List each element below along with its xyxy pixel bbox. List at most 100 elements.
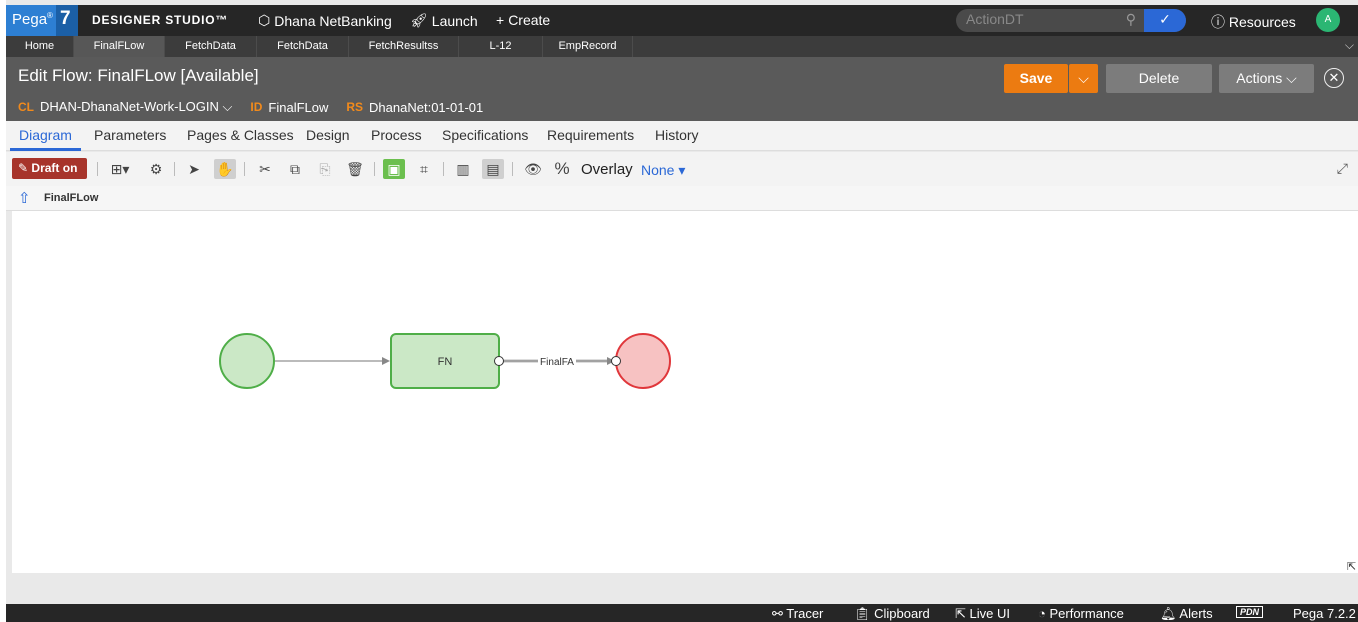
pega-logo[interactable]: Pega® 7: [6, 5, 78, 36]
rs-key: RS: [346, 100, 364, 114]
cut-icon[interactable]: ✂: [254, 159, 276, 179]
separator: [244, 162, 245, 176]
top-bar: Pega® 7 DESIGNER STUDIO™ ⬡ Dhana NetBank…: [6, 5, 1358, 36]
hand-icon[interactable]: ✋: [214, 159, 236, 179]
pointer-icon[interactable]: ➤: [183, 159, 205, 179]
app-name: Dhana NetBanking: [274, 12, 392, 29]
tracer-button[interactable]: ⚯ Tracer: [772, 606, 823, 622]
overlay-select[interactable]: None ▾: [641, 162, 685, 179]
alerts-button[interactable]: 🔔︎ Alerts: [1160, 606, 1213, 622]
resources-label: Resources: [1228, 14, 1296, 30]
percent-icon[interactable]: %: [551, 159, 573, 179]
pencil-icon: ✎: [18, 161, 29, 175]
start-shape[interactable]: [219, 333, 275, 389]
panel-icon[interactable]: ▤: [482, 159, 504, 179]
create-label: Create: [508, 12, 551, 28]
logo-text: Pega: [12, 11, 48, 28]
end-shape[interactable]: [615, 333, 671, 389]
tab-requirements[interactable]: Requirements: [547, 127, 634, 143]
flow-diagram: FN FinalFA: [219, 333, 671, 389]
breadcrumb-flow[interactable]: FinalFLow: [44, 192, 98, 204]
clipboard-label: Clipboard: [874, 606, 930, 621]
save-button[interactable]: Save: [1004, 64, 1068, 93]
document-tabs: Home FinalFLow FetchData FetchData Fetch…: [6, 36, 1358, 57]
class-link[interactable]: DHAN-DhanaNet-Work-LOGIN ⌵: [40, 99, 232, 115]
separator: [174, 162, 175, 176]
copy-icon[interactable]: ⧉: [284, 159, 306, 179]
snap-grid-icon[interactable]: ▣: [383, 159, 405, 179]
doc-tab-fetchdata-2[interactable]: FetchData: [257, 36, 349, 57]
status-bar: ⚯ Tracer 📋︎ Clipboard ⇱ Live UI ◔ Perfor…: [6, 604, 1358, 622]
trash-icon[interactable]: 🗑︎: [344, 159, 366, 179]
tab-process[interactable]: Process: [371, 127, 422, 143]
breadcrumb: ⇧ FinalFLow: [6, 186, 1358, 211]
search-icon[interactable]: ⚲: [1126, 11, 1136, 28]
launch-menu[interactable]: 🚀︎ Launch: [410, 12, 478, 29]
search-input[interactable]: ActionDT: [966, 11, 1024, 27]
tab-history[interactable]: History: [655, 127, 699, 143]
class-value: DHAN-DhanaNet-Work-LOGIN: [40, 99, 219, 114]
version-label: Pega 7.2.2: [1293, 606, 1356, 621]
columns-icon[interactable]: ▥: [452, 159, 474, 179]
id-key: ID: [250, 100, 263, 114]
performance-label: Performance: [1049, 606, 1124, 621]
resources-menu[interactable]: ⓘ Resources: [1211, 12, 1296, 32]
tab-design[interactable]: Design: [306, 127, 350, 143]
connector-handle-start[interactable]: [494, 356, 504, 366]
app-window: Pega® 7 DESIGNER STUDIO™ ⬡ Dhana NetBank…: [6, 0, 1358, 622]
clipboard-icon: 📋︎: [854, 606, 871, 621]
performance-button[interactable]: ◔ Performance: [1038, 606, 1124, 621]
diagram-toolbar: ✎ Draft on ⊞▾ ⚙ ➤ ✋ ✂ ⧉ ⎘ 🗑︎ ▣ ⌗ ▥ ▤ 👁︎ …: [6, 152, 1358, 186]
draft-toggle-button[interactable]: ✎ Draft on: [12, 158, 87, 179]
paste-icon[interactable]: ⎘: [314, 159, 336, 179]
overlay-label: Overlay: [581, 161, 633, 178]
doc-tab-home[interactable]: Home: [6, 36, 74, 57]
delete-button[interactable]: Delete: [1106, 64, 1212, 93]
up-arrow-icon[interactable]: ⇧: [18, 189, 31, 207]
tab-diagram[interactable]: Diagram: [19, 127, 72, 143]
doc-tab-finalflow[interactable]: FinalFLow: [74, 36, 165, 57]
close-icon[interactable]: ✕: [1324, 68, 1344, 88]
rule-meta: CL DHAN-DhanaNet-Work-LOGIN ⌵ ID FinalFL…: [18, 99, 495, 115]
overlay-value: None: [641, 162, 675, 178]
separator: [512, 162, 513, 176]
doc-tab-l12[interactable]: L-12: [459, 36, 543, 57]
logo-sup: ®: [47, 11, 53, 20]
app-menu[interactable]: ⬡ Dhana NetBanking: [258, 12, 392, 29]
active-tab-indicator: [10, 148, 81, 151]
gear-icon[interactable]: ⚙: [145, 159, 167, 179]
gauge-icon: ◔: [1038, 606, 1046, 621]
doc-tab-emprecord[interactable]: EmpRecord: [543, 36, 633, 57]
tab-pages-classes[interactable]: Pages & Classes: [187, 127, 294, 143]
tab-specifications[interactable]: Specifications: [442, 127, 528, 143]
eye-icon[interactable]: 👁︎: [522, 159, 544, 179]
save-dropdown-button[interactable]: ⌵: [1069, 64, 1098, 93]
flow-canvas[interactable]: FN FinalFA: [12, 211, 1358, 573]
fullscreen-icon[interactable]: ⤢: [1337, 160, 1348, 177]
live-ui-button[interactable]: ⇱ Live UI: [955, 606, 1010, 622]
clipboard-button[interactable]: 📋︎ Clipboard: [854, 606, 930, 622]
actions-button[interactable]: Actions ⌵: [1219, 64, 1314, 93]
search-box[interactable]: ActionDT ⚲ ✓: [956, 9, 1186, 32]
alerts-label: Alerts: [1179, 606, 1213, 621]
resize-icon[interactable]: ⇱: [1347, 560, 1356, 573]
chevron-down-icon[interactable]: ⌵: [1345, 38, 1354, 53]
add-shape-icon[interactable]: ⊞▾: [106, 159, 134, 179]
rule-header: Edit Flow: FinalFLow [Available] CL DHAN…: [6, 57, 1358, 121]
tracer-label: Tracer: [786, 606, 824, 621]
cube-icon: ⬡: [258, 12, 271, 28]
ruleset-value: DhanaNet:01-01-01: [369, 99, 484, 115]
caret-down-icon: ▾: [678, 162, 686, 178]
launch-label: Launch: [431, 12, 478, 29]
separator: [443, 162, 444, 176]
doc-tab-fetchresultss[interactable]: FetchResultss: [349, 36, 459, 57]
avatar[interactable]: A: [1316, 8, 1340, 32]
pdn-button[interactable]: PDN: [1236, 606, 1264, 618]
separator: [97, 162, 98, 176]
create-menu[interactable]: + Create: [496, 12, 550, 28]
tab-parameters[interactable]: Parameters: [94, 127, 166, 143]
doc-tab-fetchdata-1[interactable]: FetchData: [165, 36, 257, 57]
connector-handle-end[interactable]: [611, 356, 621, 366]
search-go-button[interactable]: ✓: [1144, 9, 1186, 32]
fit-icon[interactable]: ⌗: [413, 159, 435, 179]
